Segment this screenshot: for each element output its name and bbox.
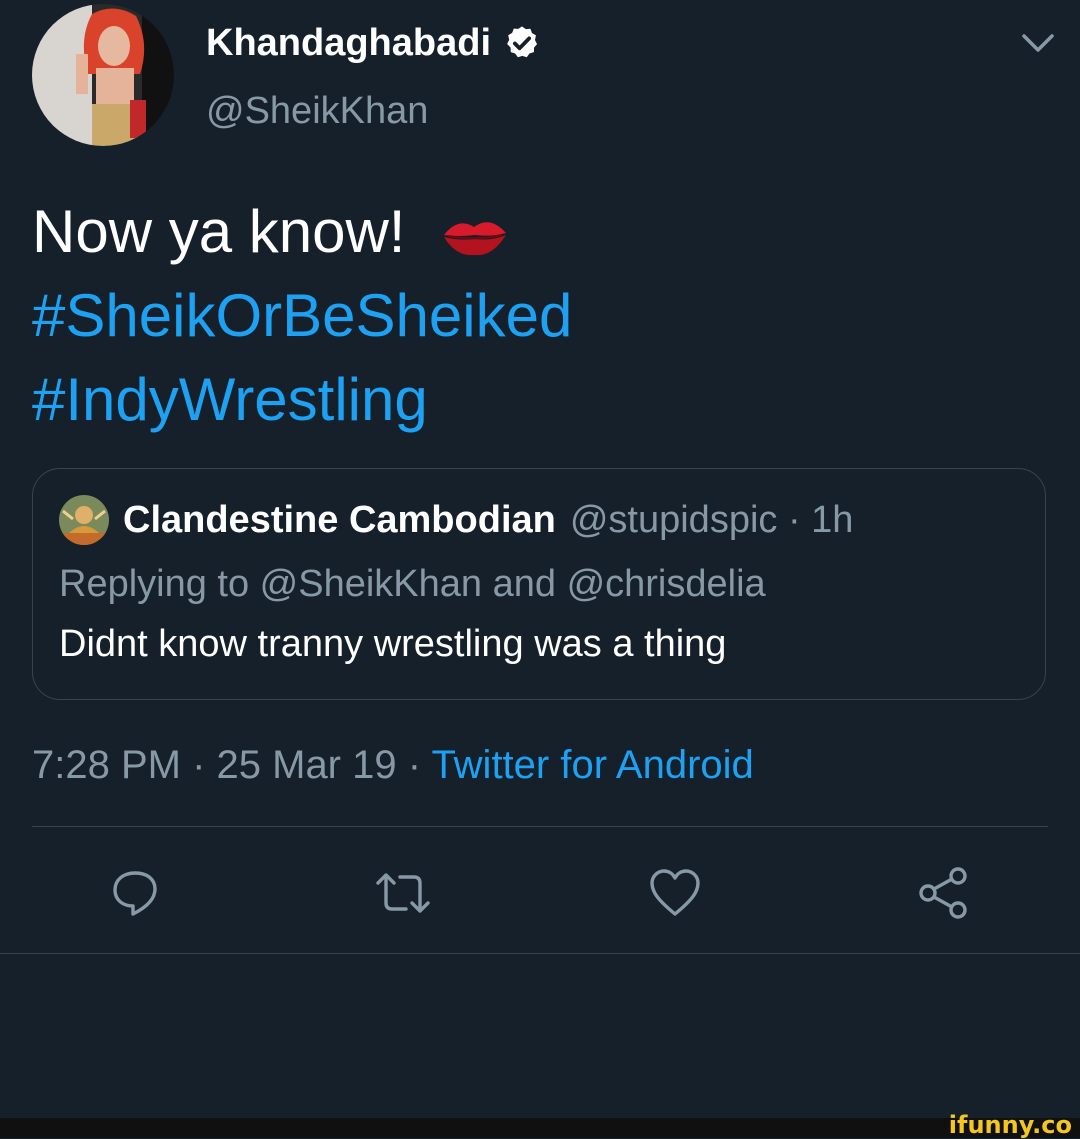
author-avatar[interactable] (32, 4, 174, 146)
hashtag-link[interactable]: #IndyWrestling (32, 358, 1052, 442)
quoted-author-avatar (59, 495, 109, 545)
retweet-button[interactable] (368, 858, 438, 928)
reply-button[interactable] (100, 858, 170, 928)
tweet-text-line: Now ya know! (32, 190, 1052, 274)
quoted-tweet-header: Clandestine Cambodian @stupidspic · 1h (59, 495, 853, 545)
watermark-logo: ifunny.co (948, 1111, 1072, 1139)
kiss-mark-emoji-icon (444, 222, 507, 256)
author-display-name[interactable]: Khandaghabadi (206, 20, 541, 66)
like-button[interactable] (640, 858, 710, 928)
source-link[interactable]: Twitter for Android (431, 743, 753, 787)
verified-badge-icon (507, 26, 538, 58)
reply-icon (113, 871, 157, 916)
divider (32, 826, 1048, 827)
share-icon (919, 867, 967, 919)
chevron-down-icon[interactable] (1018, 28, 1058, 56)
author-handle[interactable]: @SheikKhan (206, 88, 428, 134)
hashtag-link[interactable]: #SheikOrBeSheiked (32, 274, 1052, 358)
tweet-meta: 7:28 PM · 25 Mar 19 · Twitter for Androi… (32, 740, 754, 790)
footer-bar (0, 1118, 1080, 1138)
replying-to-text: Replying to @SheikKhan and @chrisdelia (59, 563, 766, 605)
tweet-text: Now ya know! (32, 198, 406, 265)
share-button[interactable] (908, 858, 978, 928)
like-icon (650, 869, 700, 916)
author-name-text: Khandaghabadi (206, 22, 492, 64)
quoted-author-handle: @stupidspic · 1h (569, 499, 854, 541)
quoted-tweet-text: Didnt know tranny wrestling was a thing (59, 623, 727, 665)
tweet-actions-bar (0, 858, 1080, 928)
quoted-author-name: Clandestine Cambodian (123, 499, 556, 541)
retweet-icon (376, 873, 430, 913)
quoted-tweet-card[interactable]: Clandestine Cambodian @stupidspic · 1h R… (32, 468, 1046, 700)
tweet-body: Now ya know! #SheikOrBeSheiked #IndyWres… (32, 190, 1052, 442)
divider (0, 953, 1080, 954)
timestamp: 7:28 PM · 25 Mar 19 · (32, 743, 432, 787)
